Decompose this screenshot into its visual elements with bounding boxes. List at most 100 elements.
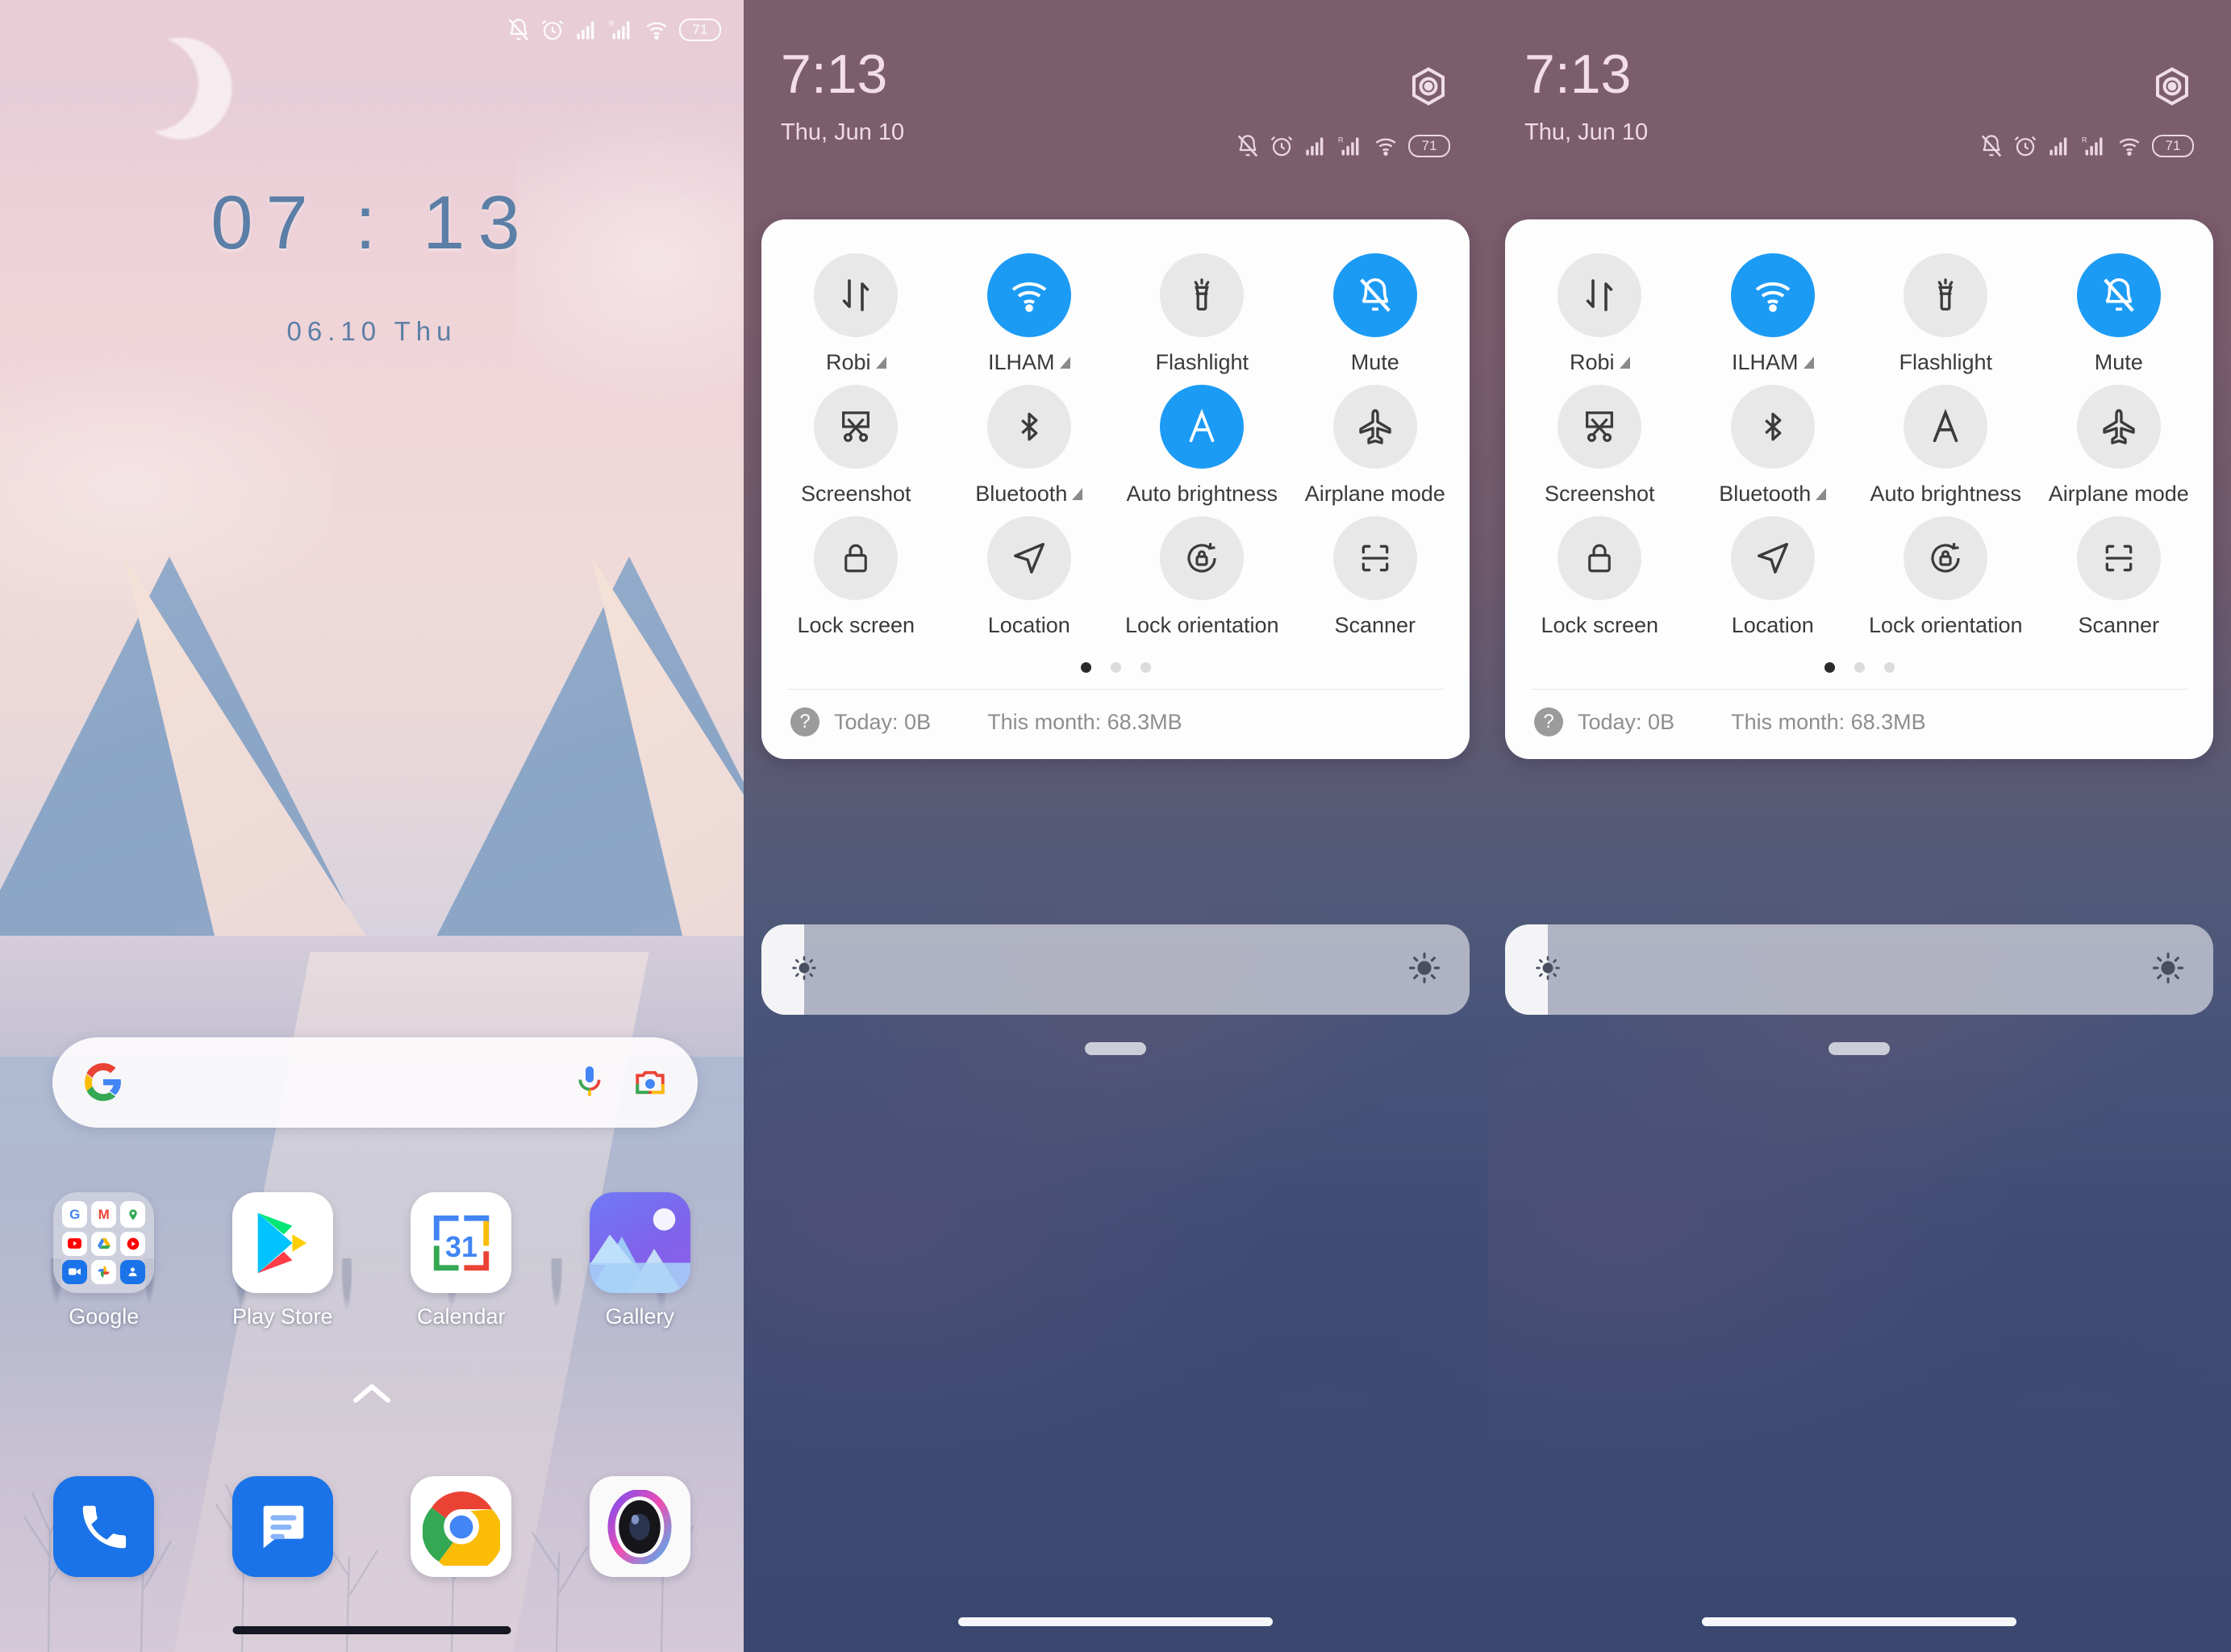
moon-icon — [91, 24, 211, 144]
tile-label: Scanner — [1334, 613, 1416, 637]
flashlight-icon[interactable] — [1904, 253, 1988, 337]
gallery-icon[interactable] — [589, 1192, 690, 1293]
location-arrow-icon[interactable] — [1730, 516, 1815, 600]
page-indicator[interactable] — [769, 638, 1462, 689]
tile-label-row: Lock orientation — [1865, 613, 2026, 638]
wifi-icon[interactable] — [1730, 253, 1815, 337]
bell-mute-icon[interactable] — [1332, 253, 1417, 337]
hexagon-gear-icon[interactable] — [2150, 65, 2194, 112]
bell-mute-icon[interactable] — [2076, 253, 2161, 337]
tile-scanner[interactable]: Scanner — [1295, 516, 1456, 638]
brightness-slider[interactable] — [761, 924, 1470, 1015]
google-folder-icon[interactable]: G M — [53, 1192, 155, 1293]
tile-bluetooth[interactable]: Bluetooth — [949, 385, 1110, 507]
app-item-google[interactable]: G M Google — [27, 1192, 181, 1329]
tile-auto-brightness[interactable]: Auto brightness — [1865, 385, 2026, 507]
tile-location[interactable]: Location — [1692, 516, 1854, 638]
tile-airplane-mode[interactable]: Airplane mode — [1295, 385, 1456, 507]
app-item-gallery[interactable]: Gallery — [563, 1192, 716, 1329]
tile-flashlight[interactable]: Flashlight — [1865, 253, 2026, 375]
airplane-icon[interactable] — [1332, 385, 1417, 469]
page-dot[interactable] — [1854, 662, 1865, 673]
question-mark-icon[interactable]: ? — [790, 707, 819, 736]
gesture-navigation-bar[interactable] — [1702, 1617, 2016, 1626]
usage-today: Today: 0B — [1578, 709, 1675, 734]
wifi-icon[interactable] — [986, 253, 1071, 337]
mobile-data-icon[interactable] — [1558, 253, 1642, 337]
signal-sim2-roaming-icon: R — [609, 19, 630, 40]
tile-lock-orientation[interactable]: Lock orientation — [1865, 516, 2026, 638]
location-arrow-icon[interactable] — [986, 516, 1071, 600]
rotation-lock-icon[interactable] — [1904, 516, 1988, 600]
tile-ilham-wifi[interactable]: ILHAM — [1692, 253, 1854, 375]
play-store-icon[interactable] — [231, 1192, 333, 1293]
tile-robi[interactable]: Robi — [1519, 253, 1680, 375]
calendar-icon[interactable]: 31 — [411, 1192, 512, 1293]
tile-scanner[interactable]: Scanner — [2038, 516, 2200, 638]
page-indicator[interactable] — [1513, 638, 2205, 689]
app-item-calendar[interactable]: 31 Calendar — [385, 1192, 538, 1329]
tile-mute[interactable]: Mute — [1295, 253, 1456, 375]
brightness-high-icon — [2152, 952, 2184, 988]
data-usage-row[interactable]: ? Today: 0B This month: 68.3MB — [1513, 690, 2205, 759]
page-dot[interactable] — [1080, 662, 1091, 673]
chrome-icon[interactable] — [411, 1476, 512, 1577]
tile-label-row: Bluetooth — [1692, 482, 1854, 507]
scanner-frame-icon[interactable] — [1332, 516, 1417, 600]
google-search-bar[interactable] — [52, 1037, 698, 1128]
dock-item-camera[interactable] — [563, 1476, 716, 1577]
dock-item-messages[interactable] — [206, 1476, 359, 1577]
app-item-play-store[interactable]: Play Store — [206, 1192, 359, 1329]
tile-ilham-wifi[interactable]: ILHAM — [949, 253, 1110, 375]
page-dot[interactable] — [1140, 662, 1151, 673]
page-dot[interactable] — [1110, 662, 1121, 673]
chevron-up-icon[interactable] — [0, 1381, 744, 1409]
wifi-icon — [1375, 138, 1396, 156]
scanner-frame-icon[interactable] — [2076, 516, 2161, 600]
dock-item-chrome[interactable] — [385, 1476, 538, 1577]
tile-airplane-mode[interactable]: Airplane mode — [2038, 385, 2200, 507]
page-dot[interactable] — [1883, 662, 1895, 673]
lock-icon[interactable] — [814, 516, 899, 600]
microphone-icon[interactable] — [573, 1065, 606, 1100]
screenshot-icon[interactable] — [1558, 385, 1642, 469]
rotation-lock-icon[interactable] — [1160, 516, 1245, 600]
camera-icon[interactable] — [589, 1476, 690, 1577]
hexagon-gear-icon[interactable] — [1407, 65, 1450, 112]
tile-label-row: ILHAM — [949, 350, 1110, 375]
tile-location[interactable]: Location — [949, 516, 1110, 638]
tile-screenshot[interactable]: Screenshot — [1519, 385, 1680, 507]
tile-flashlight[interactable]: Flashlight — [1121, 253, 1282, 375]
question-mark-icon[interactable]: ? — [1534, 707, 1563, 736]
tile-lock-orientation[interactable]: Lock orientation — [1121, 516, 1282, 638]
flashlight-icon[interactable] — [1160, 253, 1245, 337]
tile-lock-screen[interactable]: Lock screen — [775, 516, 936, 638]
airplane-icon[interactable] — [2076, 385, 2161, 469]
auto-brightness-icon[interactable] — [1904, 385, 1988, 469]
tile-robi[interactable]: Robi — [775, 253, 936, 375]
panel-drag-handle[interactable] — [1829, 1042, 1890, 1055]
bluetooth-icon[interactable] — [986, 385, 1071, 469]
gesture-navigation-bar[interactable] — [232, 1626, 511, 1634]
messages-icon[interactable] — [231, 1476, 333, 1577]
screenshot-icon[interactable] — [814, 385, 899, 469]
dock-item-phone[interactable] — [27, 1476, 181, 1577]
tile-screenshot[interactable]: Screenshot — [775, 385, 936, 507]
panel-drag-handle[interactable] — [1085, 1042, 1146, 1055]
gesture-navigation-bar[interactable] — [958, 1617, 1273, 1626]
page-dot[interactable] — [1824, 662, 1835, 673]
auto-brightness-icon[interactable] — [1160, 385, 1245, 469]
bluetooth-icon[interactable] — [1730, 385, 1815, 469]
tile-label-row: Airplane mode — [1295, 482, 1456, 507]
google-lens-icon[interactable] — [633, 1066, 667, 1099]
tile-label-row: Robi — [1519, 350, 1680, 375]
tile-auto-brightness[interactable]: Auto brightness — [1121, 385, 1282, 507]
tile-bluetooth[interactable]: Bluetooth — [1692, 385, 1854, 507]
mobile-data-icon[interactable] — [814, 253, 899, 337]
tile-mute[interactable]: Mute — [2038, 253, 2200, 375]
phone-icon[interactable] — [53, 1476, 155, 1577]
tile-lock-screen[interactable]: Lock screen — [1519, 516, 1680, 638]
lock-icon[interactable] — [1558, 516, 1642, 600]
brightness-slider[interactable] — [1505, 924, 2213, 1015]
data-usage-row[interactable]: ? Today: 0B This month: 68.3MB — [769, 690, 1462, 759]
